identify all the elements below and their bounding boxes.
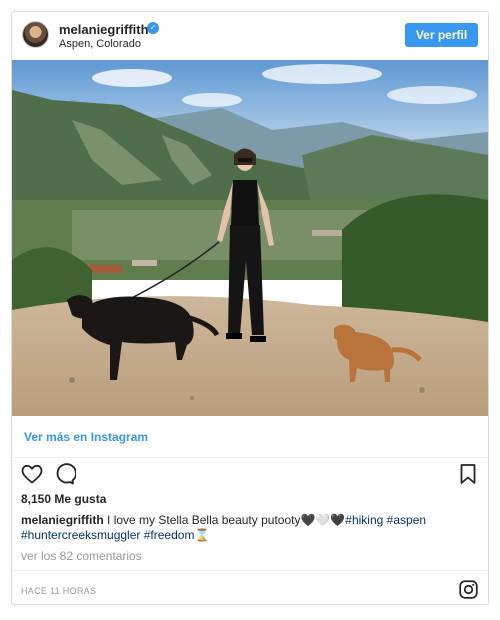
caption-text: I love my Stella Bella beauty putooty🖤🤍🖤 (103, 513, 346, 527)
instagram-glyph-icon[interactable] (458, 579, 479, 600)
location[interactable]: Aspen, Colorado (59, 38, 141, 50)
caption: melaniegriffith I love my Stella Bella b… (21, 513, 476, 543)
instagram-embed-card: melaniegriffith ✓ Aspen, Colorado Ver pe… (11, 11, 489, 605)
avatar[interactable] (22, 21, 49, 48)
post-photo[interactable] (12, 60, 488, 416)
hashtag-aspen[interactable]: #aspen (387, 513, 426, 527)
view-comments-link[interactable]: ver los 82 comentarios (21, 549, 142, 563)
comment-icon[interactable] (52, 462, 77, 486)
photo-illustration (12, 60, 488, 416)
heart-icon[interactable] (20, 462, 44, 486)
view-profile-button[interactable]: Ver perfil (405, 23, 478, 47)
hashtag-huntercreeksmuggler[interactable]: #huntercreeksmuggler (21, 528, 140, 542)
action-bar (12, 462, 488, 492)
hashtag-freedom[interactable]: #freedom (144, 528, 195, 542)
bookmark-icon[interactable] (456, 462, 480, 486)
post-footer: HACE 11 HORAS (12, 570, 488, 605)
hourglass-emoji: ⌛ (194, 528, 210, 542)
timestamp[interactable]: HACE 11 HORAS (21, 586, 96, 596)
view-more-on-instagram-link[interactable]: Ver más en Instagram (24, 430, 148, 444)
username[interactable]: melaniegriffith (59, 22, 149, 37)
caption-username[interactable]: melaniegriffith (21, 513, 104, 527)
verified-badge-icon: ✓ (147, 22, 159, 34)
post-header: melaniegriffith ✓ Aspen, Colorado Ver pe… (12, 12, 488, 60)
hashtag-hiking[interactable]: #hiking (345, 513, 383, 527)
view-more-row: Ver más en Instagram (12, 416, 488, 458)
like-count[interactable]: 8,150 Me gusta (21, 492, 106, 506)
